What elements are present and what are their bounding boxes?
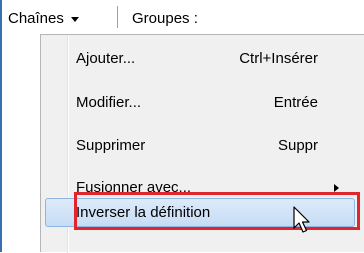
mouse-pointer-icon (293, 206, 310, 233)
menu-item-label: Modifier... (76, 94, 142, 111)
menu-item-shortcut: Ctrl+Insérer (239, 50, 318, 67)
submenu-arrow-icon (334, 184, 339, 192)
chaines-menu-button[interactable]: Chaînes (2, 0, 85, 34)
menu-item-label: Supprimer (76, 137, 146, 154)
menu-item-label: Ajouter... (76, 50, 136, 67)
background-pane (0, 34, 40, 252)
menu-item-shortcut: Suppr (277, 137, 318, 154)
window-edge-lower (0, 34, 2, 252)
chaines-menu-label: Chaînes (8, 10, 64, 27)
menu-item-modifier[interactable]: Modifier... Entrée (41, 85, 363, 121)
menu-bar: Chaînes Groupes : (0, 0, 364, 34)
menu-item-shortcut: Entrée (273, 94, 318, 111)
groupes-label: Groupes : (132, 10, 198, 27)
menu-item-supprimer[interactable]: Supprimer Suppr (41, 128, 363, 164)
menu-item-ajouter[interactable]: Ajouter... Ctrl+Insérer (41, 41, 363, 77)
callout-frame (74, 192, 360, 230)
chevron-down-icon (70, 16, 79, 22)
menubar-divider (117, 6, 118, 28)
